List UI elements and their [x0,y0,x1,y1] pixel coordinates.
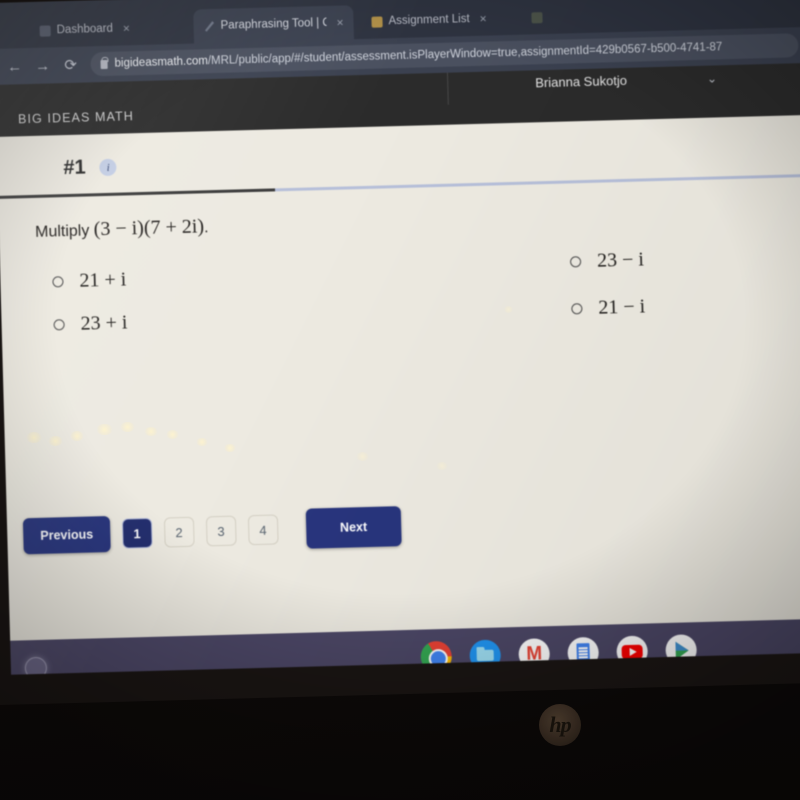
browser-tab-extra[interactable] [521,0,672,35]
radio-button-icon[interactable] [52,276,64,288]
prompt-expression: (3 − i)(7 + 2i) [93,215,205,241]
user-name: Brianna Sukotjo [535,72,628,91]
user-menu[interactable]: Brianna Sukotjo ⌄ [535,70,717,90]
header-divider [446,72,449,105]
question-number: #1 [63,156,86,180]
answer-choice[interactable]: 23 − i [569,248,645,273]
screen-panel: Dashboard × Paraphrasing Tool | QuillBot… [0,0,800,675]
reload-icon[interactable]: ⟳ [62,56,78,73]
answer-choice-label: 21 + i [79,268,127,292]
hp-logo: hp [539,704,581,746]
laptop-photo: Dashboard × Paraphrasing Tool | QuillBot… [0,0,800,800]
radio-button-icon[interactable] [569,256,582,268]
url-text: bigideasmath.com/MRL/public/app/#/studen… [114,41,722,69]
page-button-2[interactable]: 2 [163,516,195,548]
progress-bar-fill [0,188,276,199]
browser-tab-dashboard[interactable]: Dashboard × [29,10,190,48]
close-icon[interactable]: × [336,15,343,29]
pagination-controls: Previous 1 2 3 4 Next [22,506,402,556]
lock-icon [100,59,108,69]
quillbot-favicon [203,20,214,31]
chevron-down-icon[interactable]: ⌄ [707,71,717,85]
url-host: bigideasmath.com [114,55,209,70]
radio-button-icon[interactable] [53,319,65,331]
page-button-1[interactable]: 1 [121,517,153,549]
answer-choices: 21 + i 23 + i 23 − i 21 − i [0,240,800,382]
radio-button-icon[interactable] [571,303,583,315]
assessment-body: #1 i Multiply (3 − i)(7 + 2i). 21 + i 23… [0,114,800,675]
question-prompt: Multiply (3 − i)(7 + 2i). [35,199,800,243]
url-path: /MRL/public/app/#/student/assessment.isP… [207,41,723,68]
next-button[interactable]: Next [305,506,402,549]
tab-label: Assignment List [388,13,470,28]
info-icon[interactable]: i [99,158,117,177]
launcher-icon[interactable] [24,656,48,675]
page-button-3[interactable]: 3 [205,515,237,547]
prompt-prefix: Multiply [34,222,90,241]
dashboard-favicon [39,24,51,37]
bigideasmath-logo: BIG IDEAS MATH [17,109,135,127]
answer-choice[interactable]: 23 + i [53,311,128,336]
screen-rotor: Dashboard × Paraphrasing Tool | QuillBot… [0,0,800,706]
close-icon[interactable]: × [123,21,130,35]
answer-choice-label: 23 − i [596,248,645,272]
answer-choice-label: 23 + i [80,311,128,335]
assignment-favicon [371,15,383,28]
page-button-4[interactable]: 4 [247,514,279,546]
close-icon[interactable]: × [480,12,487,26]
forward-icon[interactable]: → [34,57,50,74]
tab-label: Paraphrasing Tool | QuillBot AI [220,16,327,32]
previous-button[interactable]: Previous [22,516,111,555]
prompt-suffix: . [203,219,209,237]
browser-tab-quillbot[interactable]: Paraphrasing Tool | QuillBot AI × [193,5,355,44]
tab-label: Dashboard [56,22,114,37]
answer-choice[interactable]: 21 + i [52,268,127,293]
browser-tab-assignment-list[interactable]: Assignment List × [361,1,512,39]
other-favicon [531,11,543,23]
back-icon[interactable]: ← [6,58,22,75]
answer-choice-label: 21 − i [598,295,646,319]
answer-choice[interactable]: 21 − i [571,295,645,320]
